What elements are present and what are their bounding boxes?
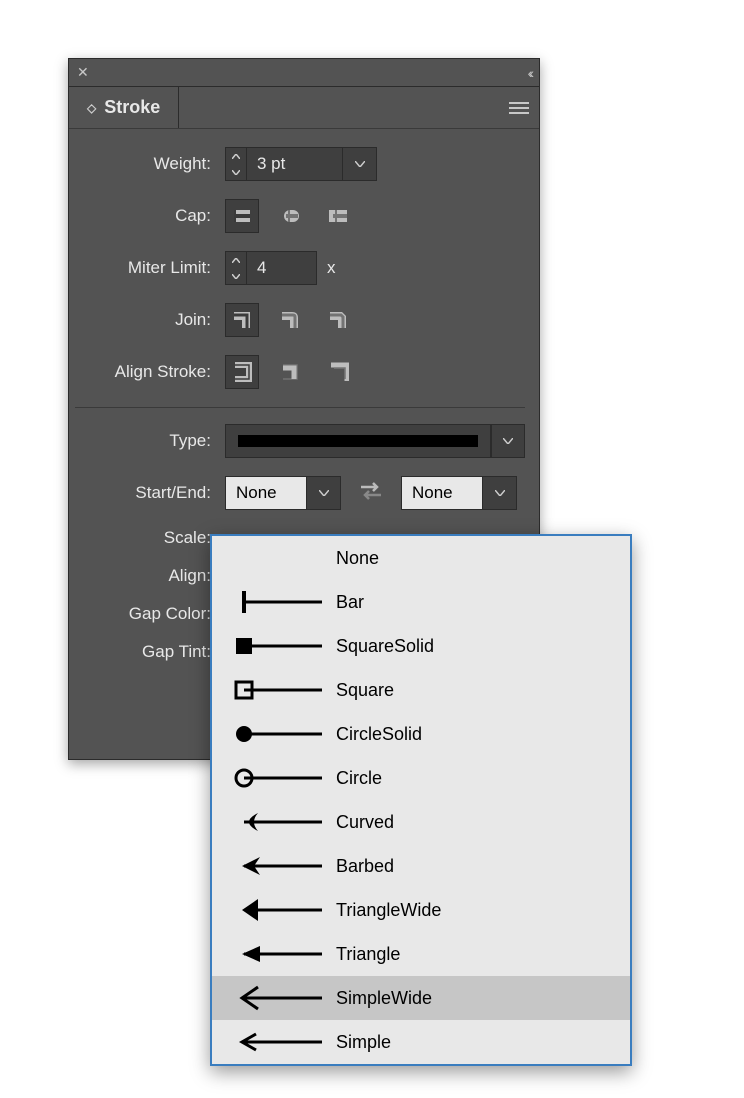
- diamond-icon: ◇: [87, 101, 96, 115]
- dropdown-item-label: Curved: [336, 812, 394, 833]
- cap-projecting-icon: [327, 205, 349, 227]
- dropdown-item-label: CircleSolid: [336, 724, 422, 745]
- cap-projecting-button[interactable]: [321, 199, 355, 233]
- arrowhead-dropdown[interactable]: None Bar SquareSolid Square CircleSolid Circl…: [210, 534, 632, 1066]
- tab-bar: ◇ Stroke: [69, 87, 539, 129]
- miter-suffix: x: [327, 258, 336, 278]
- chevron-down-icon: [355, 161, 365, 167]
- chevron-down-icon[interactable]: [226, 268, 246, 284]
- gap-tint-label: Gap Tint:: [75, 642, 225, 662]
- close-icon[interactable]: ✕: [77, 64, 89, 81]
- type-dropdown-button[interactable]: [491, 424, 525, 458]
- cap-label: Cap:: [75, 206, 225, 226]
- align-stroke-label: Align Stroke:: [75, 362, 225, 382]
- start-select[interactable]: None: [225, 476, 307, 510]
- arrowhead-preview-icon: [226, 545, 326, 571]
- tab-stroke[interactable]: ◇ Stroke: [69, 87, 179, 128]
- arrowhead-preview-icon: [226, 721, 326, 747]
- tab-label: Stroke: [104, 97, 160, 118]
- miter-stepper[interactable]: [225, 251, 247, 285]
- chevron-down-icon: [319, 490, 329, 496]
- dropdown-item-label: SquareSolid: [336, 636, 434, 657]
- dropdown-item-trianglewide[interactable]: TriangleWide: [212, 888, 630, 932]
- dropdown-item-square[interactable]: Square: [212, 668, 630, 712]
- weight-stepper[interactable]: [225, 147, 247, 181]
- join-round-icon: [279, 309, 301, 331]
- dropdown-item-barbed[interactable]: Barbed: [212, 844, 630, 888]
- align-center-icon: [231, 361, 253, 383]
- gap-color-label: Gap Color:: [75, 604, 225, 624]
- end-select[interactable]: None: [401, 476, 483, 510]
- weight-label: Weight:: [75, 154, 225, 174]
- dropdown-item-simplewide[interactable]: SimpleWide: [212, 976, 630, 1020]
- align-center-button[interactable]: [225, 355, 259, 389]
- join-bevel-button[interactable]: [321, 303, 355, 337]
- dropdown-item-circlesolid[interactable]: CircleSolid: [212, 712, 630, 756]
- align-inside-icon: [279, 361, 301, 383]
- dropdown-item-label: TriangleWide: [336, 900, 441, 921]
- type-line-preview: [238, 435, 478, 447]
- arrowhead-preview-icon: [226, 1029, 326, 1055]
- collapse-icon[interactable]: ‹‹: [528, 65, 531, 81]
- dropdown-item-label: Simple: [336, 1032, 391, 1053]
- dropdown-item-label: SimpleWide: [336, 988, 432, 1009]
- arrowhead-preview-icon: [226, 677, 326, 703]
- dropdown-item-none[interactable]: None: [212, 536, 630, 580]
- chevron-up-icon[interactable]: [226, 148, 246, 164]
- dropdown-item-label: Circle: [336, 768, 382, 789]
- dropdown-item-label: Bar: [336, 592, 364, 613]
- panel-menu-icon[interactable]: [509, 101, 529, 115]
- arrowhead-preview-icon: [226, 589, 326, 615]
- divider: [75, 407, 525, 408]
- start-dropdown-button[interactable]: [307, 476, 341, 510]
- join-miter-icon: [231, 309, 253, 331]
- arrowhead-preview-icon: [226, 897, 326, 923]
- panel-title-bar: ✕ ‹‹: [69, 59, 539, 87]
- join-round-button[interactable]: [273, 303, 307, 337]
- miter-input[interactable]: 4: [247, 251, 317, 285]
- weight-dropdown-button[interactable]: [343, 147, 377, 181]
- dropdown-item-curved[interactable]: Curved: [212, 800, 630, 844]
- cap-butt-button[interactable]: [225, 199, 259, 233]
- arrowhead-preview-icon: [226, 985, 326, 1011]
- join-label: Join:: [75, 310, 225, 330]
- chevron-down-icon: [503, 438, 513, 444]
- cap-round-icon: [279, 205, 301, 227]
- chevron-up-icon[interactable]: [226, 252, 246, 268]
- dropdown-item-label: None: [336, 548, 379, 569]
- join-bevel-icon: [327, 309, 349, 331]
- end-dropdown-button[interactable]: [483, 476, 517, 510]
- dropdown-item-simple[interactable]: Simple: [212, 1020, 630, 1064]
- align-outside-icon: [327, 361, 349, 383]
- swap-icon[interactable]: [359, 481, 383, 506]
- type-label: Type:: [75, 431, 225, 451]
- align-label: Align:: [75, 566, 225, 586]
- scale-label: Scale:: [75, 528, 225, 548]
- chevron-down-icon: [495, 490, 505, 496]
- dropdown-item-label: Barbed: [336, 856, 394, 877]
- dropdown-item-triangle[interactable]: Triangle: [212, 932, 630, 976]
- dropdown-item-label: Square: [336, 680, 394, 701]
- arrowhead-preview-icon: [226, 809, 326, 835]
- arrowhead-preview-icon: [226, 765, 326, 791]
- align-inside-button[interactable]: [273, 355, 307, 389]
- join-miter-button[interactable]: [225, 303, 259, 337]
- start-end-label: Start/End:: [75, 483, 225, 503]
- weight-input[interactable]: 3 pt: [247, 147, 343, 181]
- dropdown-item-bar[interactable]: Bar: [212, 580, 630, 624]
- align-outside-button[interactable]: [321, 355, 355, 389]
- dropdown-item-circle[interactable]: Circle: [212, 756, 630, 800]
- dropdown-item-label: Triangle: [336, 944, 400, 965]
- cap-butt-icon: [231, 205, 253, 227]
- cap-round-button[interactable]: [273, 199, 307, 233]
- miter-label: Miter Limit:: [75, 258, 225, 278]
- arrowhead-preview-icon: [226, 941, 326, 967]
- type-swatch[interactable]: [225, 424, 491, 458]
- arrowhead-preview-icon: [226, 633, 326, 659]
- chevron-down-icon[interactable]: [226, 164, 246, 180]
- dropdown-item-squaresolid[interactable]: SquareSolid: [212, 624, 630, 668]
- arrowhead-preview-icon: [226, 853, 326, 879]
